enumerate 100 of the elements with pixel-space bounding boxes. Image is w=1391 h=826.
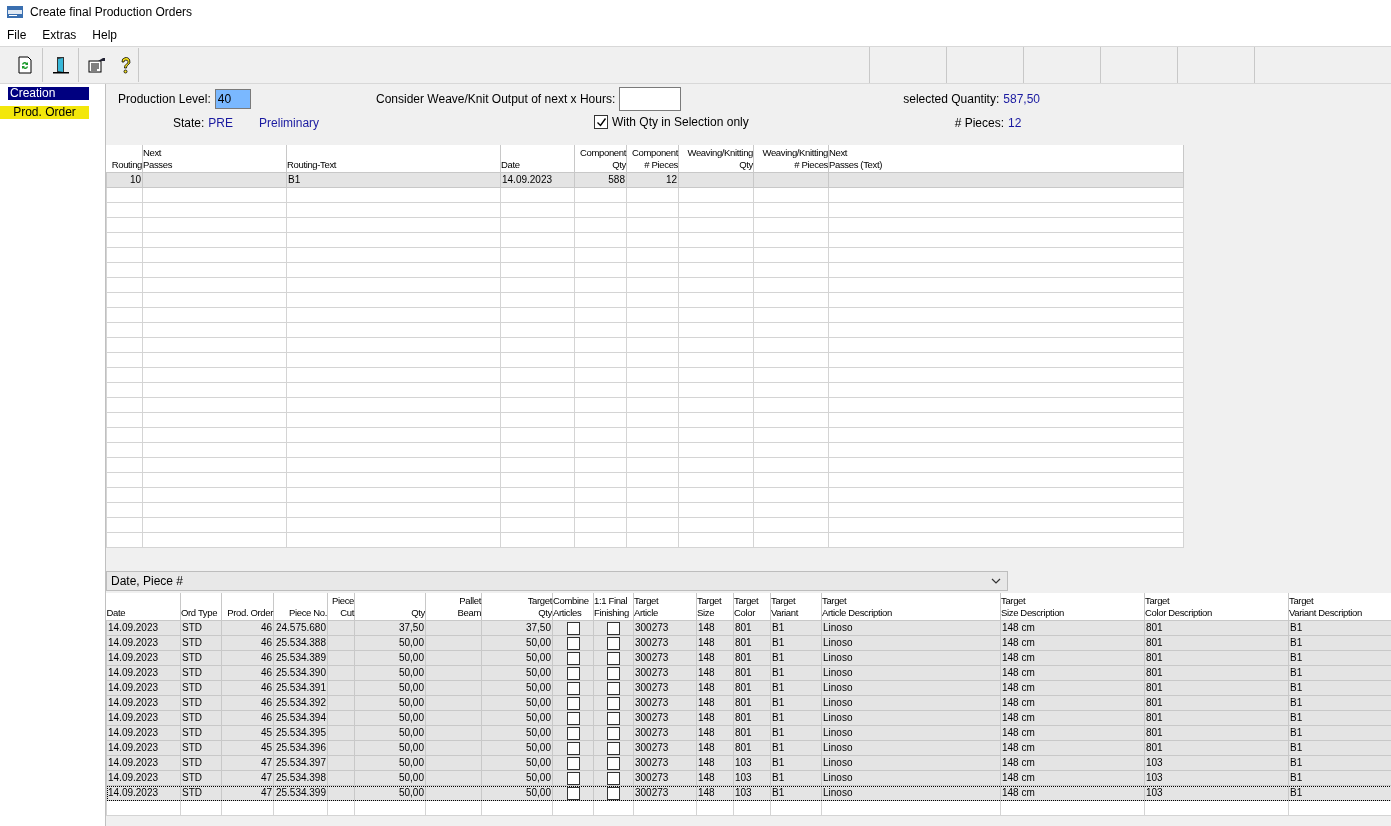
table-row[interactable]: 14.09.2023 STD 45 25.534.395 50,00 50,00 300273 148 801 B1 Linoso 148 cm 801 B1 — [106, 725, 1391, 741]
column-header[interactable]: Target Size Description — [1001, 595, 1144, 619]
checkbox[interactable] — [594, 115, 608, 129]
column-header[interactable]: Target Size — [697, 595, 733, 619]
menu-item[interactable]: File — [7, 28, 27, 42]
table-cell: 148 cm — [1002, 637, 1035, 648]
checkbox[interactable] — [607, 726, 620, 740]
table-cell: 50,00 — [525, 757, 551, 768]
column-header[interactable]: Target Color Description — [1145, 595, 1288, 619]
column-header[interactable]: Piece Cut — [328, 595, 354, 619]
table-cell: STD — [182, 727, 202, 738]
checkbox[interactable] — [566, 636, 580, 650]
column-header[interactable]: Component Qty — [575, 147, 626, 171]
table-cell: B1 — [1290, 682, 1303, 693]
checkbox[interactable] — [566, 741, 580, 755]
table-cell: 10 — [129, 174, 141, 185]
column-header[interactable]: Weaving/Knitting Qty — [679, 147, 753, 171]
table-cell: 25.534.392 — [275, 697, 326, 708]
checkbox[interactable] — [607, 756, 620, 770]
table-cell: 300273 — [635, 637, 669, 648]
checkbox[interactable] — [607, 636, 620, 650]
table-cell: B1 — [1290, 637, 1303, 648]
table-row[interactable]: 14.09.2023 STD 46 25.534.391 50,00 50,00 300273 148 801 B1 Linoso 148 cm 801 B1 — [106, 680, 1391, 696]
column-header[interactable]: Target Article — [634, 595, 696, 619]
column-header[interactable]: Ord Type — [181, 607, 221, 619]
column-header[interactable]: Target Qty — [482, 595, 552, 619]
column-header[interactable]: Pallet Beam — [426, 595, 481, 619]
table-row[interactable]: 14.09.2023 STD 45 25.534.396 50,00 50,00 300273 148 801 B1 Linoso 148 cm 801 B1 — [106, 740, 1391, 756]
table-cell: Linoso — [823, 697, 853, 708]
checkbox[interactable] — [607, 786, 620, 800]
column-header[interactable]: Prod. Order — [222, 607, 273, 619]
table-cell: B1 — [772, 682, 785, 693]
checkbox[interactable] — [607, 621, 620, 635]
checkbox[interactable] — [566, 711, 580, 725]
column-header[interactable]: 1:1 Final Finishing — [594, 595, 633, 619]
table-cell: 46 — [260, 697, 272, 708]
table-cell: 50,00 — [398, 667, 424, 678]
column-header[interactable]: Date — [106, 607, 180, 619]
column-header[interactable]: Combine Articles — [553, 595, 593, 619]
column-header[interactable]: Target Variant Description — [1289, 595, 1391, 619]
table-cell: B1 — [1290, 727, 1303, 738]
table-row[interactable]: 14.09.2023 STD 46 24.575.680 37,50 37,50 300273 148 801 B1 Linoso 148 cm 801 B1 — [106, 620, 1391, 636]
checkbox[interactable] — [566, 666, 580, 680]
table-cell: 14.09.2023 — [108, 727, 159, 738]
checkbox[interactable] — [566, 756, 580, 770]
checkbox[interactable] — [566, 726, 580, 740]
table-cell: 801 — [735, 637, 752, 648]
column-header[interactable]: Date — [501, 159, 574, 171]
column-header[interactable]: Routing — [106, 159, 142, 171]
checkbox[interactable] — [566, 771, 580, 785]
sort-dropdown[interactable]: Date, Piece # — [106, 571, 1008, 591]
table-cell: 50,00 — [525, 787, 551, 798]
column-header[interactable]: Qty — [355, 607, 425, 619]
checkbox[interactable] — [607, 651, 620, 665]
column-header[interactable]: Target Color — [734, 595, 770, 619]
column-header[interactable]: Target Article Description — [822, 595, 1000, 619]
column-header[interactable]: Routing-Text — [287, 159, 500, 171]
table-row[interactable]: 14.09.2023 STD 46 25.534.394 50,00 50,00 300273 148 801 B1 Linoso 148 cm 801 B1 — [106, 710, 1391, 726]
table-cell: STD — [182, 637, 202, 648]
table-cell: STD — [182, 652, 202, 663]
table-row[interactable]: 14.09.2023 STD 47 25.534.399 50,00 50,00 300273 148 103 B1 Linoso 148 cm 103 B1 — [106, 785, 1391, 801]
table-row[interactable]: 14.09.2023 STD 47 25.534.397 50,00 50,00 300273 148 103 B1 Linoso 148 cm 103 B1 — [106, 755, 1391, 771]
checkbox[interactable] — [607, 711, 620, 725]
field-label: Production Level: — [118, 92, 211, 106]
column-header[interactable]: Target Variant — [771, 595, 821, 619]
table-row[interactable]: 14.09.2023 STD 46 25.534.390 50,00 50,00 300273 148 801 B1 Linoso 148 cm 801 B1 — [106, 665, 1391, 681]
table-cell: Linoso — [823, 667, 853, 678]
column-header[interactable]: Next Passes — [143, 147, 286, 171]
table-cell: 148 — [698, 772, 715, 783]
checkbox[interactable] — [566, 651, 580, 665]
checkbox[interactable] — [566, 621, 580, 635]
column-header[interactable]: Piece No. — [274, 607, 327, 619]
table-cell: 25.534.394 — [275, 712, 326, 723]
table-row[interactable]: 14.09.2023 STD 46 25.534.388 50,00 50,00 300273 148 801 B1 Linoso 148 cm 801 B1 — [106, 635, 1391, 651]
table-cell: 50,00 — [525, 697, 551, 708]
table-cell: 46 — [260, 712, 272, 723]
checkbox[interactable] — [566, 786, 580, 800]
table-cell: 50,00 — [398, 637, 424, 648]
table-row[interactable]: 14.09.2023 STD 47 25.534.398 50,00 50,00 300273 148 103 B1 Linoso 148 cm 103 B1 — [106, 770, 1391, 786]
table-row[interactable]: 14.09.2023 STD 46 25.534.389 50,00 50,00 300273 148 801 B1 Linoso 148 cm 801 B1 — [106, 650, 1391, 666]
column-header[interactable]: Next Passes (Text) — [829, 147, 1183, 171]
menu-item[interactable]: Extras — [42, 28, 77, 42]
checkbox[interactable] — [607, 741, 620, 755]
column-header[interactable]: Weaving/Knitting # Pieces — [754, 147, 828, 171]
column-header[interactable]: Component # Pieces — [627, 147, 678, 171]
table-cell: 14.09.2023 — [502, 174, 553, 185]
table-cell: 148 cm — [1002, 697, 1035, 708]
checkbox[interactable] — [566, 681, 580, 695]
nav-item[interactable]: Creation — [8, 87, 89, 100]
table-row[interactable]: 14.09.2023 STD 46 25.534.392 50,00 50,00 300273 148 801 B1 Linoso 148 cm 801 B1 — [106, 695, 1391, 711]
hours-field[interactable] — [619, 87, 682, 111]
checkbox[interactable] — [607, 666, 620, 680]
checkbox[interactable] — [607, 681, 620, 695]
checkbox[interactable] — [607, 771, 620, 785]
nav-item[interactable]: Prod. Order — [0, 106, 89, 119]
production-level-field[interactable]: 40 — [214, 89, 251, 109]
menu-item[interactable]: Help — [92, 28, 118, 42]
checkbox[interactable] — [566, 696, 580, 710]
checkbox[interactable] — [607, 696, 620, 710]
table-cell: 148 — [698, 622, 715, 633]
